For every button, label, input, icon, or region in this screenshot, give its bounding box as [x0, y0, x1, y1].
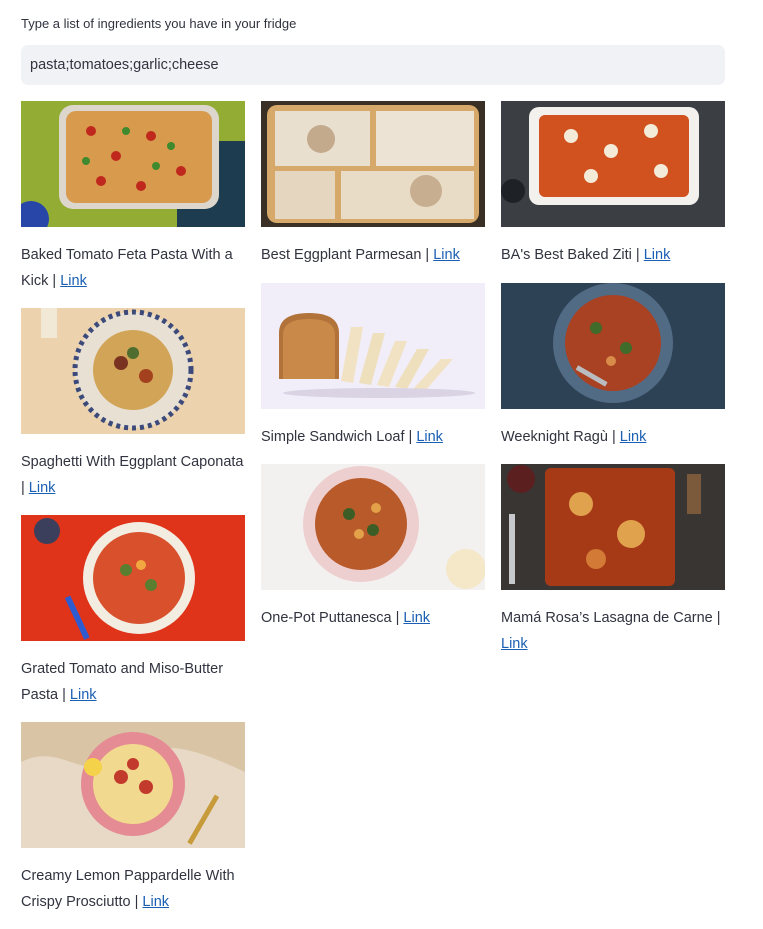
title-separator: |: [58, 686, 70, 703]
recipe-link[interactable]: Link: [70, 687, 97, 703]
recipe-image: [501, 101, 725, 227]
recipe-link[interactable]: Link: [644, 247, 671, 263]
recipe-link[interactable]: Link: [142, 894, 169, 910]
results-column-1: Baked Tomato Feta Pasta With a Kick | Li…: [21, 101, 245, 929]
recipe-card: Baked Tomato Feta Pasta With a Kick | Li…: [21, 101, 245, 294]
recipe-title: Weeknight Ragù: [501, 428, 608, 445]
recipe-card: Grated Tomato and Miso-Butter Pasta | Li…: [21, 515, 245, 708]
recipe-link[interactable]: Link: [416, 429, 443, 445]
recipe-title: Best Eggplant Parmesan: [261, 247, 422, 263]
recipe-image: [501, 464, 725, 590]
ingredients-input[interactable]: [21, 45, 725, 85]
recipe-link[interactable]: Link: [29, 480, 56, 496]
recipe-image: [21, 722, 245, 848]
recipe-title: Creamy Lemon Pappardelle With Crispy Pro…: [21, 868, 235, 910]
recipe-card: Mamá Rosa’s Lasagna de Carne | Link: [501, 464, 725, 657]
recipe-link[interactable]: Link: [403, 610, 430, 626]
title-separator: |: [404, 428, 417, 445]
recipe-title: Spaghetti With Eggplant Caponata: [21, 454, 244, 470]
recipe-image: [261, 282, 485, 409]
title-separator: |: [421, 247, 434, 263]
recipe-card: Best Eggplant Parmesan | Link: [261, 101, 485, 269]
title-separator: |: [712, 610, 721, 626]
recipe-image: [21, 515, 245, 641]
recipe-title: Simple Sandwich Loaf: [261, 428, 405, 445]
results-column-3: BA's Best Baked Ziti | Link Weeknight Ra…: [501, 101, 725, 671]
title-separator: |: [607, 428, 620, 445]
recipe-image: [21, 101, 245, 227]
recipe-title: Grated Tomato and Miso-Butter Pasta: [21, 661, 224, 703]
recipe-card: Creamy Lemon Pappardelle With Crispy Pro…: [21, 722, 245, 915]
recipe-card: Simple Sandwich Loaf | Link: [261, 282, 485, 451]
title-separator: |: [48, 272, 61, 289]
recipe-link[interactable]: Link: [620, 429, 647, 445]
recipe-link[interactable]: Link: [501, 636, 528, 652]
results-column-2: Best Eggplant Parmesan | Link Simple San…: [261, 101, 485, 646]
recipe-title: One-Pot Puttanesca: [261, 610, 392, 626]
recipe-image: [261, 464, 485, 590]
prompt-label: Type a list of ingredients you have in y…: [21, 16, 297, 31]
title-separator: |: [130, 893, 143, 910]
recipe-image: [501, 282, 725, 409]
recipe-title: BA's Best Baked Ziti: [501, 247, 632, 263]
recipe-card: Weeknight Ragù | Link: [501, 282, 725, 451]
recipe-title: Mamá Rosa’s Lasagna de Carne: [501, 610, 713, 626]
recipe-card: BA's Best Baked Ziti | Link: [501, 101, 725, 269]
title-separator: |: [631, 247, 644, 263]
recipe-card: Spaghetti With Eggplant Caponata | Link: [21, 308, 245, 501]
title-separator: |: [21, 479, 29, 496]
recipe-card: One-Pot Puttanesca | Link: [261, 464, 485, 632]
title-separator: |: [391, 610, 404, 626]
recipe-link[interactable]: Link: [60, 273, 87, 289]
recipe-image: [21, 308, 245, 434]
recipe-link[interactable]: Link: [433, 247, 460, 263]
recipe-image: [261, 101, 485, 227]
